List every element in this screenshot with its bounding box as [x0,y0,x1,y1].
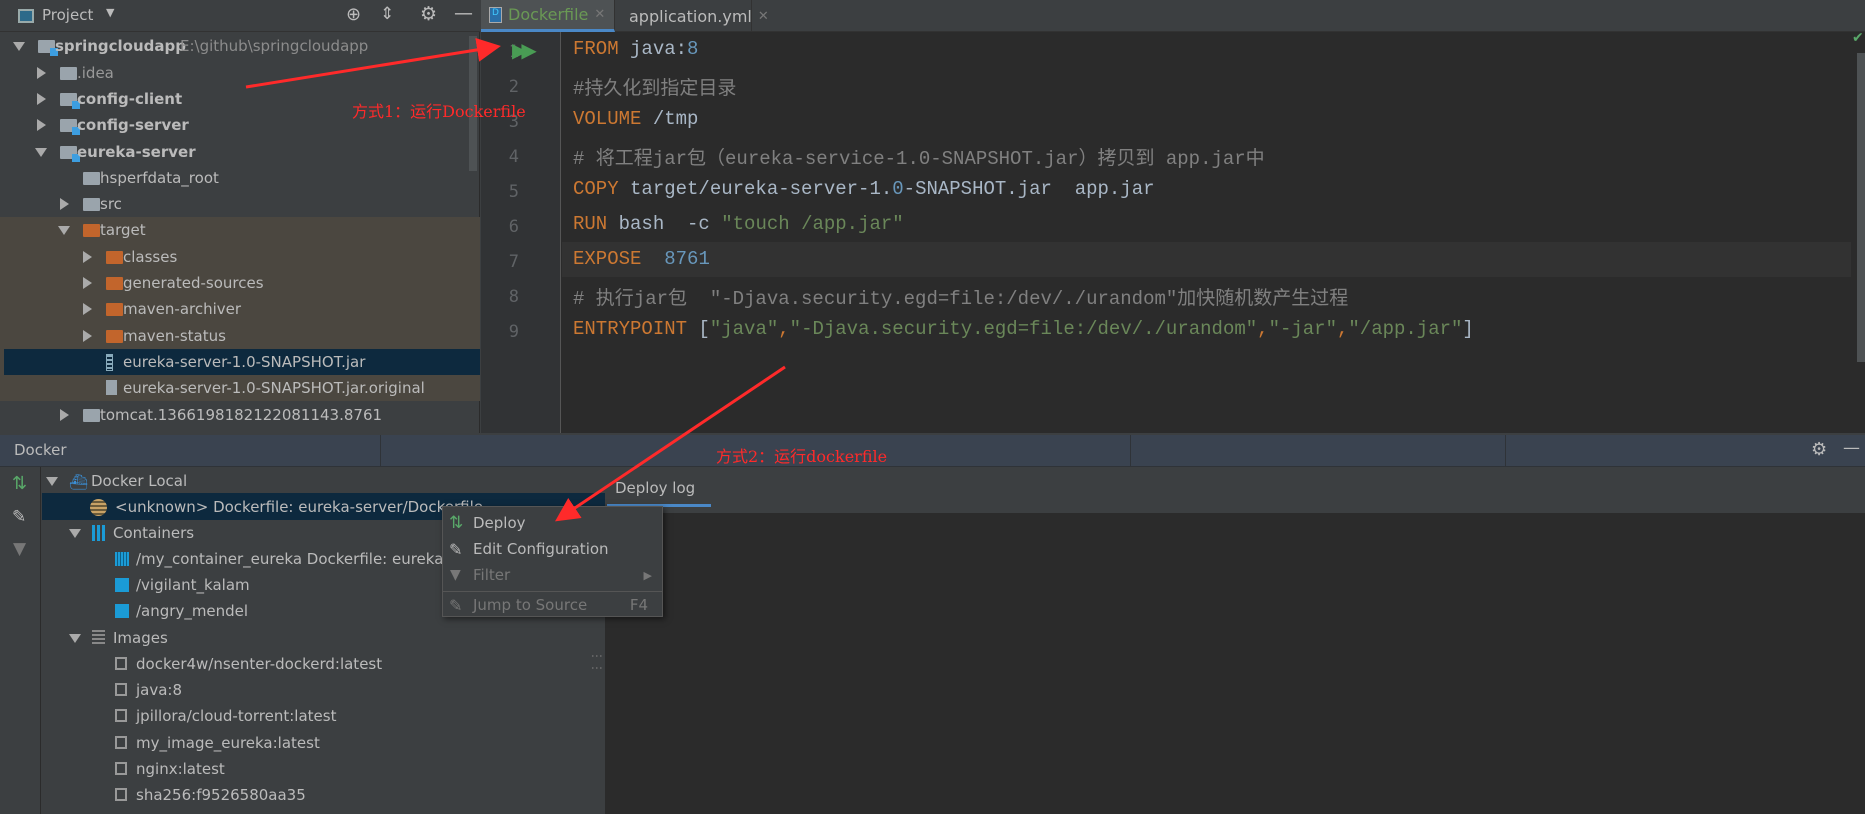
annotation-arrows [245,38,786,522]
arrow-to-deploy [555,365,786,522]
arrow-to-run-icon [245,38,501,89]
